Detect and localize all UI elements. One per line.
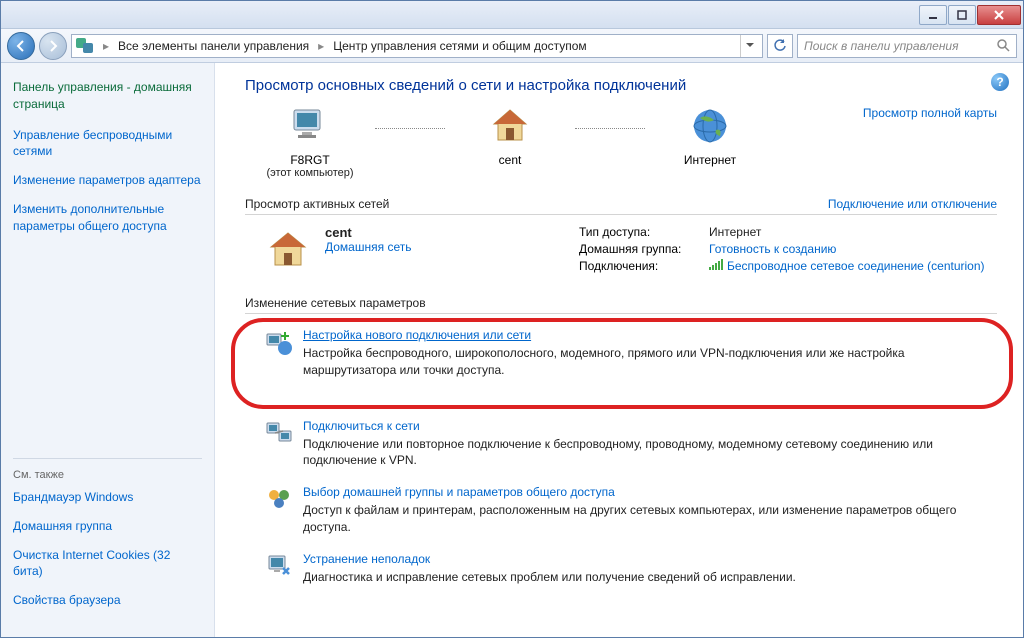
map-connector [375, 128, 445, 129]
connect-icon [265, 419, 293, 447]
see-also-browser-props[interactable]: Свойства браузера [13, 592, 202, 609]
network-type-link[interactable]: Домашняя сеть [325, 240, 411, 254]
task-title-link[interactable]: Выбор домашней группы и параметров общег… [303, 485, 615, 499]
homegroup-label: Домашняя группа: [579, 242, 709, 256]
task-description: Настройка беспроводного, широкополосного… [303, 345, 993, 379]
new-connection-icon [265, 328, 293, 356]
homegroup-icon [265, 485, 293, 513]
change-settings-header: Изменение сетевых параметров [245, 296, 997, 314]
task-connect-network[interactable]: Подключиться к сети Подключение или повт… [245, 419, 997, 470]
map-connector [575, 128, 645, 129]
highlight-annotation: Настройка нового подключения или сети На… [231, 318, 1013, 409]
task-title-link[interactable]: Настройка нового подключения или сети [303, 328, 531, 342]
breadcrumb-2[interactable]: Центр управления сетями и общим доступом [333, 39, 587, 53]
map-node-label: Интернет [645, 153, 775, 167]
breadcrumb-sep: ▸ [315, 39, 327, 53]
sidebar-link-wireless[interactable]: Управление беспроводными сетями [13, 127, 202, 161]
map-node-label: cent [445, 153, 575, 167]
task-description: Диагностика и исправление сетевых пробле… [303, 569, 997, 586]
titlebar [1, 1, 1023, 29]
globe-icon [688, 106, 732, 146]
refresh-button[interactable] [767, 34, 793, 58]
sidebar-home-link[interactable]: Панель управления - домашняя страница [13, 79, 202, 113]
sidebar: Панель управления - домашняя страница Уп… [1, 63, 215, 637]
network-map: F8RGT (этот компьютер) cent Интернет Про… [245, 106, 997, 179]
access-type-value: Интернет [709, 225, 761, 239]
map-node-internet: Интернет [645, 106, 775, 167]
map-node-sublabel: (этот компьютер) [245, 167, 375, 179]
forward-button[interactable] [39, 32, 67, 60]
computer-icon [288, 106, 332, 146]
full-map-link[interactable]: Просмотр полной карты [863, 106, 997, 120]
connection-link[interactable]: Беспроводное сетевое соединение (centuri… [727, 259, 985, 273]
section-title: Изменение сетевых параметров [245, 296, 426, 310]
house-icon [265, 229, 311, 269]
help-button[interactable]: ? [991, 73, 1009, 91]
search-placeholder: Поиск в панели управления [804, 39, 959, 53]
minimize-button[interactable] [919, 5, 947, 25]
troubleshoot-icon [265, 552, 293, 580]
map-node-label: F8RGT [245, 153, 375, 167]
network-name: cent [325, 225, 485, 240]
navigation-bar: ▸ Все элементы панели управления ▸ Центр… [1, 29, 1023, 63]
task-homegroup[interactable]: Выбор домашней группы и параметров общег… [245, 485, 997, 536]
network-details: Тип доступа:Интернет Домашняя группа:Гот… [579, 225, 985, 276]
task-description: Доступ к файлам и принтерам, расположенн… [303, 502, 997, 536]
address-bar[interactable]: ▸ Все элементы панели управления ▸ Центр… [71, 34, 763, 58]
see-also-firewall[interactable]: Брандмауэр Windows [13, 489, 202, 506]
page-title: Просмотр основных сведений о сети и наст… [245, 77, 997, 94]
window-frame: ▸ Все элементы панели управления ▸ Центр… [0, 0, 1024, 638]
sidebar-link-advanced-sharing[interactable]: Изменить дополнительные параметры общего… [13, 201, 202, 235]
content-pane: ? Просмотр основных сведений о сети и на… [215, 63, 1023, 637]
see-also-header: См. также [13, 458, 202, 481]
task-title-link[interactable]: Подключиться к сети [303, 419, 420, 433]
breadcrumb-1[interactable]: Все элементы панели управления [118, 39, 309, 53]
task-title-link[interactable]: Устранение неполадок [303, 552, 430, 566]
task-description: Подключение или повторное подключение к … [303, 436, 997, 470]
active-network-block: cent Домашняя сеть Тип доступа:Интернет … [245, 225, 997, 276]
sidebar-link-adapter-settings[interactable]: Изменение параметров адаптера [13, 172, 202, 189]
homegroup-link[interactable]: Готовность к созданию [709, 242, 836, 256]
task-new-connection[interactable]: Настройка нового подключения или сети На… [245, 328, 993, 379]
body-area: Панель управления - домашняя страница Уп… [1, 63, 1023, 637]
search-icon [997, 39, 1010, 52]
network-identity: cent Домашняя сеть [325, 225, 485, 276]
active-networks-header: Просмотр активных сетей Подключение или … [245, 197, 997, 215]
close-button[interactable] [977, 5, 1021, 25]
window-controls [919, 5, 1021, 25]
signal-icon [709, 259, 723, 270]
back-button[interactable] [7, 32, 35, 60]
maximize-button[interactable] [948, 5, 976, 25]
address-dropdown[interactable] [740, 35, 758, 57]
connections-label: Подключения: [579, 259, 709, 273]
see-also-cookies[interactable]: Очистка Internet Cookies (32 бита) [13, 547, 202, 581]
house-icon [488, 106, 532, 146]
task-troubleshoot[interactable]: Устранение неполадок Диагностика и испра… [245, 552, 997, 586]
section-title: Просмотр активных сетей [245, 197, 389, 211]
map-node-network: cent [445, 106, 575, 167]
control-panel-icon [76, 38, 94, 54]
access-type-label: Тип доступа: [579, 225, 709, 239]
connect-disconnect-link[interactable]: Подключение или отключение [828, 197, 997, 211]
search-box[interactable]: Поиск в панели управления [797, 34, 1017, 58]
map-node-this-pc: F8RGT (этот компьютер) [245, 106, 375, 179]
see-also-homegroup[interactable]: Домашняя группа [13, 518, 202, 535]
breadcrumb-sep: ▸ [100, 39, 112, 53]
